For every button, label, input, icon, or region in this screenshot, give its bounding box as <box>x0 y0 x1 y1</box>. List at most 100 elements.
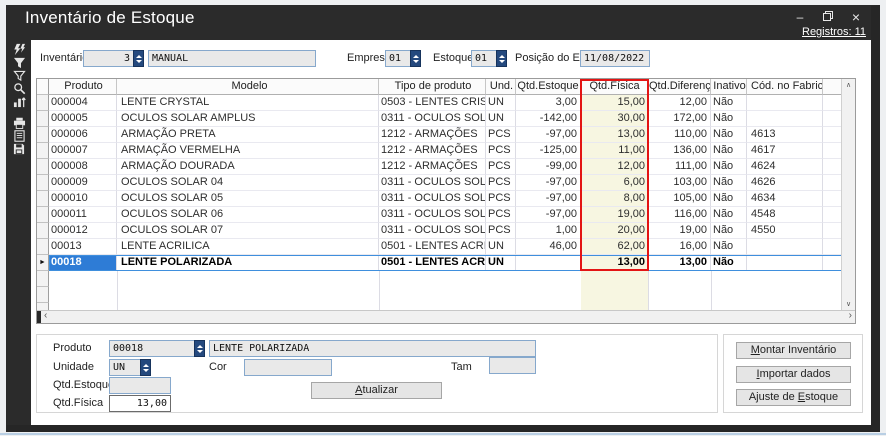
header-qtd-estoque[interactable]: Qtd.Estoque <box>516 79 581 95</box>
cell-qtd_estoque[interactable]: 3,00 <box>516 95 581 111</box>
cell-qtd_diferenca[interactable]: 16,00 <box>649 239 711 255</box>
cell-modelo[interactable]: ARMAÇÃO DOURADA <box>117 159 379 175</box>
table-row[interactable]: 000009OCULOS SOLAR 040311 - OCULOS SOLAR… <box>37 175 855 191</box>
cell-qtd_fisica[interactable]: 8,00 <box>581 191 649 207</box>
cell-qtd_diferenca[interactable]: 111,00 <box>649 159 711 175</box>
cell-tipo[interactable]: 1212 - ARMAÇÕES <box>379 127 486 143</box>
cell-qtd_estoque[interactable] <box>516 255 581 271</box>
cell-produto[interactable]: 000012 <box>49 223 117 239</box>
row-indicator[interactable] <box>37 223 49 239</box>
cell-und[interactable]: PCS <box>486 159 516 175</box>
report-icon[interactable] <box>7 129 31 142</box>
row-indicator[interactable] <box>37 143 49 159</box>
detail-unidade-input[interactable]: UN <box>109 359 141 376</box>
cell-modelo[interactable]: OCULOS SOLAR 06 <box>117 207 379 223</box>
cell-qtd_diferenca[interactable]: 136,00 <box>649 143 711 159</box>
cell-qtd_fisica[interactable]: 30,00 <box>581 111 649 127</box>
cell-filler[interactable] <box>823 143 843 159</box>
detail-unidade-spinner[interactable] <box>140 359 151 376</box>
cell-inativo[interactable]: Não <box>711 207 747 223</box>
detail-produto-input[interactable]: 00018 <box>109 340 195 357</box>
detail-descricao-field[interactable]: LENTE POLARIZADA <box>209 340 536 357</box>
cell-inativo[interactable]: Não <box>711 127 747 143</box>
current-row-indicator[interactable]: ► <box>37 255 49 271</box>
header-cod-fabricante[interactable]: Cód. no Fabricante <box>747 79 823 95</box>
table-row[interactable]: 000012OCULOS SOLAR 070311 - OCULOS SOLAR… <box>37 223 855 239</box>
cell-filler[interactable] <box>823 175 843 191</box>
cell-filler[interactable] <box>823 207 843 223</box>
print-icon[interactable] <box>7 116 31 129</box>
horizontal-scrollbar[interactable]: ‹ › <box>37 310 855 323</box>
cell-produto[interactable]: 000011 <box>49 207 117 223</box>
row-indicator[interactable] <box>37 239 49 255</box>
cell-und[interactable]: UN <box>486 239 516 255</box>
cell-modelo[interactable]: LENTE POLARIZADA <box>117 255 379 271</box>
cell-qtd_diferenca[interactable]: 13,00 <box>649 255 711 271</box>
cell-qtd_fisica[interactable]: 13,00 <box>581 127 649 143</box>
cell-und[interactable]: PCS <box>486 191 516 207</box>
cell-tipo[interactable]: 1212 - ARMAÇÕES <box>379 143 486 159</box>
cell-filler[interactable] <box>823 255 843 271</box>
save-icon[interactable] <box>7 142 31 155</box>
cell-modelo[interactable]: LENTE CRYSTAL <box>117 95 379 111</box>
scroll-left-icon[interactable]: ‹ <box>44 310 47 322</box>
cell-qtd_diferenca[interactable]: 110,00 <box>649 127 711 143</box>
montar-inventario-button[interactable]: Montar Inventário <box>736 342 851 359</box>
table-row[interactable]: 000006ARMAÇÃO PRETA1212 - ARMAÇÕESPCS-97… <box>37 127 855 143</box>
cell-tipo[interactable]: 0311 - OCULOS SOLAR DIVER <box>379 111 486 127</box>
header-modelo[interactable]: Modelo <box>117 79 379 95</box>
inventario-input[interactable]: 3 <box>83 50 134 67</box>
cell-modelo[interactable]: OCULOS SOLAR 05 <box>117 191 379 207</box>
table-row[interactable]: ►00018LENTE POLARIZADA0501 - LENTES ACRI… <box>37 255 855 271</box>
cell-tipo[interactable]: 0311 - OCULOS SOLAR DIVER <box>379 207 486 223</box>
cell-qtd_fisica[interactable]: 12,00 <box>581 159 649 175</box>
cell-filler[interactable] <box>823 127 843 143</box>
row-indicator[interactable] <box>37 95 49 111</box>
table-row[interactable]: 000005OCULOS SOLAR AMPLUS0311 - OCULOS S… <box>37 111 855 127</box>
cell-tipo[interactable]: 0311 - OCULOS SOLAR DIVER <box>379 175 486 191</box>
cell-cod_fabricante[interactable] <box>747 239 823 255</box>
cell-filler[interactable] <box>823 191 843 207</box>
empresa-input[interactable]: 01 <box>385 50 411 67</box>
cell-produto[interactable]: 000010 <box>49 191 117 207</box>
estoque-spinner[interactable] <box>496 50 507 67</box>
cell-und[interactable]: UN <box>486 95 516 111</box>
cell-produto[interactable]: 00018 <box>49 255 117 271</box>
cell-filler[interactable] <box>823 223 843 239</box>
empresa-spinner[interactable] <box>410 50 421 67</box>
cell-cod_fabricante[interactable]: 4617 <box>747 143 823 159</box>
cell-tipo[interactable]: 0311 - OCULOS SOLAR DIVER <box>379 223 486 239</box>
close-button[interactable]: × <box>849 11 863 23</box>
cell-modelo[interactable]: LENTE ACRILICA <box>117 239 379 255</box>
cell-cod_fabricante[interactable] <box>747 111 823 127</box>
cell-und[interactable]: UN <box>486 111 516 127</box>
minimize-button[interactable]: – <box>793 11 807 23</box>
cell-tipo[interactable]: 1212 - ARMAÇÕES <box>379 159 486 175</box>
cell-produto[interactable]: 000009 <box>49 175 117 191</box>
table-row[interactable]: 000004LENTE CRYSTAL0503 - LENTES CRISTAL… <box>37 95 855 111</box>
cell-inativo[interactable]: Não <box>711 255 747 271</box>
cell-qtd_diferenca[interactable]: 19,00 <box>649 223 711 239</box>
cell-cod_fabricante[interactable]: 4626 <box>747 175 823 191</box>
cell-qtd_estoque[interactable]: 1,00 <box>516 223 581 239</box>
search-icon[interactable] <box>7 82 31 95</box>
cell-modelo[interactable]: ARMAÇÃO VERMELHA <box>117 143 379 159</box>
cell-qtd_estoque[interactable]: -97,00 <box>516 207 581 223</box>
table-row[interactable]: 00013LENTE ACRILICA0501 - LENTES ACRILIC… <box>37 239 855 255</box>
hscroll-thumb[interactable] <box>37 311 41 323</box>
sort-icon[interactable] <box>7 95 31 108</box>
cell-tipo[interactable]: 0501 - LENTES ACRILICAS <box>379 255 486 271</box>
cell-produto[interactable]: 000008 <box>49 159 117 175</box>
row-indicator[interactable] <box>37 191 49 207</box>
cell-inativo[interactable]: Não <box>711 239 747 255</box>
cell-qtd_fisica[interactable]: 15,00 <box>581 95 649 111</box>
cell-produto[interactable]: 00013 <box>49 239 117 255</box>
cell-qtd_estoque[interactable]: -125,00 <box>516 143 581 159</box>
restore-button[interactable] <box>821 11 835 23</box>
cell-filler[interactable] <box>823 111 843 127</box>
header-inativo[interactable]: Inativo <box>711 79 747 95</box>
table-row[interactable]: 000008ARMAÇÃO DOURADA1212 - ARMAÇÕESPCS-… <box>37 159 855 175</box>
cell-qtd_estoque[interactable]: -99,00 <box>516 159 581 175</box>
detail-tam-input[interactable] <box>489 357 536 374</box>
atualizar-button[interactable]: Atualizar <box>311 382 442 399</box>
